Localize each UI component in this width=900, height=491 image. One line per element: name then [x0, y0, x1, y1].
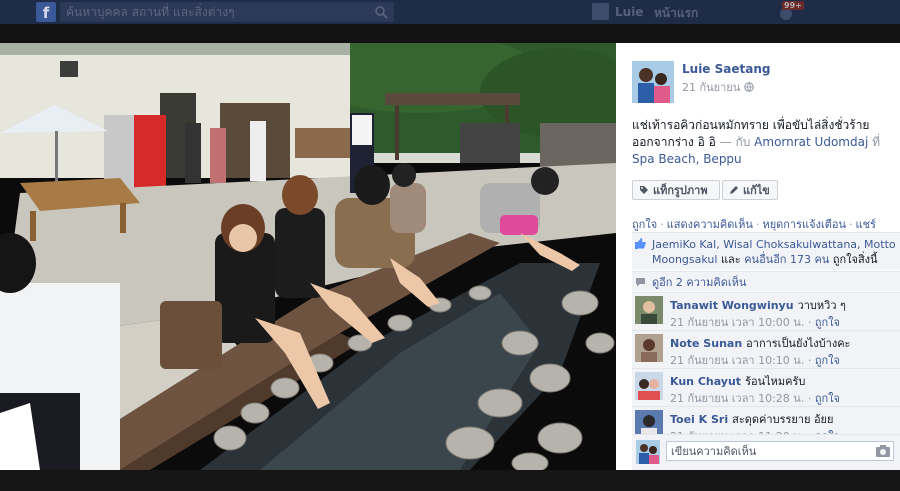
comment-bubble-icon — [636, 277, 645, 286]
caption-with: — กับ — [719, 135, 751, 149]
post-side-panel: Luie Saetang 21 กันยายน แช่เท้ารอคิวก่อน… — [616, 43, 900, 470]
commenter-avatar-image — [635, 296, 663, 324]
dimmed-overlay-strip — [0, 24, 900, 43]
notifications-button[interactable]: 99+ — [776, 1, 804, 21]
view-more-comments-label: ดูอีก 2 ความคิดเห็น — [652, 275, 747, 289]
commenter-name-link[interactable]: Toei K Sri — [670, 413, 728, 426]
top-navigation-bar: f Luie หน้าแรก 99+ — [0, 0, 900, 24]
author-avatar[interactable] — [632, 61, 674, 103]
nav-home-link[interactable]: หน้าแรก — [654, 4, 698, 23]
comment-item: Kun Chayut ร้อนไหมครับ 21 กันยายน เวลา 10… — [632, 368, 900, 406]
camera-icon[interactable] — [876, 445, 890, 457]
likes-suffix: ถูกใจสิ่งนี้ — [832, 253, 878, 266]
commenter-name-link[interactable]: Tanawit Wongwinyu — [670, 299, 794, 312]
comment-time[interactable]: 21 กันยายน เวลา 10:00 น. — [670, 316, 804, 329]
post-date[interactable]: 21 กันยายน — [682, 78, 755, 96]
thumbs-up-icon — [635, 238, 646, 249]
comment-text: ร้อนไหมครับ — [745, 375, 806, 388]
comment-item: Note Sunan อาการเป็นยังไงบ้างคะ 21 กันยาย… — [632, 330, 900, 368]
others-liked-link[interactable]: คนอื่นอีก 173 คน — [744, 253, 829, 266]
author-avatar-image — [632, 61, 674, 103]
comment-text: อาการเป็นยังไงบ้างคะ — [746, 337, 851, 350]
comment-time[interactable]: 21 กันยายน เวลา 10:10 น. — [670, 354, 804, 367]
likes-summary: JaemiKo Kal, Wisal Choksakulwattana, Mot… — [632, 232, 900, 270]
my-avatar-image — [636, 440, 660, 464]
comment-text: สะดุดค่าบรรยาย อ้ยย — [732, 413, 834, 426]
bottom-dim-strip — [0, 470, 900, 491]
like-link[interactable]: ถูกใจ — [632, 218, 657, 231]
photo-illustration — [0, 43, 616, 470]
commenter-avatar[interactable] — [635, 334, 663, 362]
share-link[interactable]: แชร์ — [856, 218, 876, 231]
comment-like-link[interactable]: ถูกใจ — [815, 392, 840, 405]
nav-user-name: Luie — [615, 4, 644, 19]
search-icon[interactable] — [374, 5, 388, 19]
view-more-comments[interactable]: ดูอีก 2 ความคิดเห็น — [632, 271, 900, 291]
commenter-avatar[interactable] — [635, 372, 663, 400]
comment-like-link[interactable]: ถูกใจ — [815, 354, 840, 367]
comment-time[interactable]: 21 กันยายน เวลา 10:28 น. — [670, 392, 804, 405]
commenter-name-link[interactable]: Note Sunan — [670, 337, 742, 350]
my-avatar — [636, 440, 660, 464]
search-input[interactable] — [60, 3, 360, 21]
notification-badge: 99+ — [782, 1, 804, 10]
post-date-text: 21 กันยายน — [682, 81, 741, 94]
comment-text: วาบหวิว ๆ — [797, 299, 846, 312]
facebook-logo-icon[interactable]: f — [36, 2, 56, 22]
post-caption: แช่เท้ารอคิวก่อนหมักทราย เพื่อขับไล่สิ่ง… — [632, 117, 894, 168]
post-actions: ถูกใจ · แสดงความคิดเห็น · หยุดการแจ้งเตือน · แ… — [632, 218, 876, 231]
likes-text: JaemiKo Kal, Wisal Choksakulwattana, Mot… — [652, 237, 898, 267]
tag-photo-button[interactable]: แท็กรูปภาพ — [632, 180, 720, 200]
commenter-avatar-image — [635, 334, 663, 362]
commenter-name-link[interactable]: Kun Chayut — [670, 375, 741, 388]
write-comment-box — [632, 434, 900, 470]
edit-button[interactable]: แก้ไข — [722, 180, 778, 200]
comment-item: Tanawit Wongwinyu วาบหวิว ๆ 21 กันยายน เว… — [632, 292, 900, 330]
post-photo[interactable] — [0, 43, 616, 470]
nav-avatar — [592, 3, 609, 20]
public-globe-icon — [744, 82, 755, 92]
edit-label: แก้ไข — [743, 184, 770, 197]
author-name-link[interactable]: Luie Saetang — [682, 62, 770, 76]
commenter-avatar-image — [635, 372, 663, 400]
nav-profile-link[interactable]: Luie — [592, 3, 643, 20]
stop-notifications-link[interactable]: หยุดการแจ้งเตือน — [762, 218, 846, 231]
tag-photo-label: แท็กรูปภาพ — [653, 184, 708, 197]
comment-like-link[interactable]: ถูกใจ — [815, 316, 840, 329]
search-box[interactable] — [60, 2, 394, 22]
pencil-icon — [730, 186, 738, 194]
tagged-friend-link[interactable]: Amornrat Udomdaj — [754, 135, 868, 149]
comment-link[interactable]: แสดงความคิดเห็น — [667, 218, 753, 231]
commenter-avatar[interactable] — [635, 296, 663, 324]
place-link[interactable]: Spa Beach, Beppu — [632, 152, 742, 166]
comment-input[interactable] — [666, 441, 894, 461]
tag-icon — [640, 186, 648, 194]
likes-and: และ — [720, 253, 741, 266]
caption-at: ที่ — [872, 135, 881, 149]
